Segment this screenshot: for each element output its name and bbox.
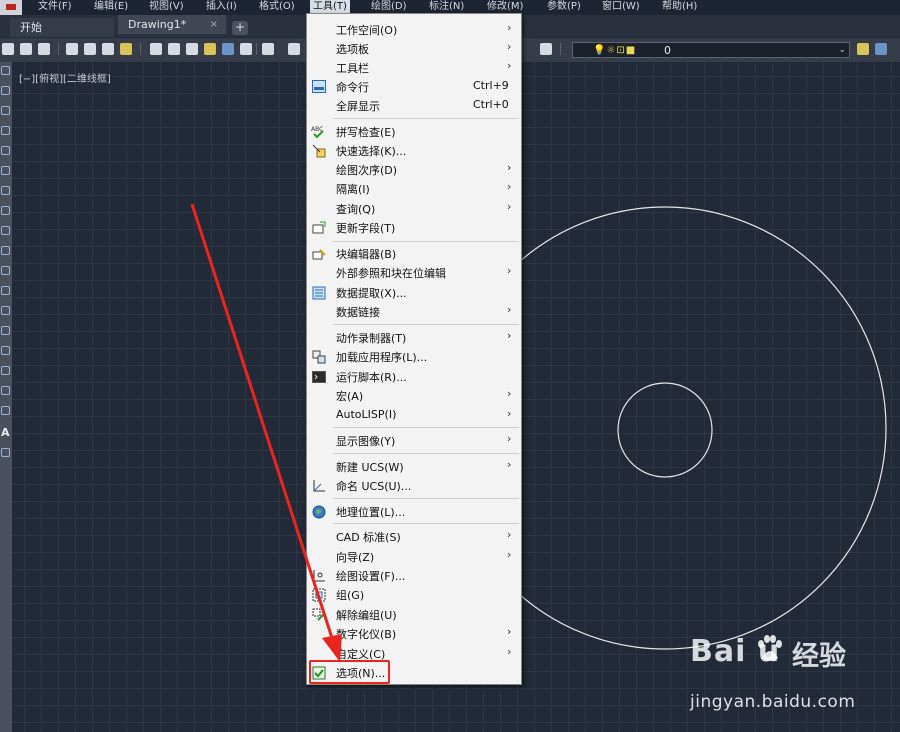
- baidu-paw-icon: [758, 635, 782, 661]
- baidu-jingyan-watermark: Bai u 经验 jingyan.baidu.com: [690, 634, 890, 714]
- annotation-arrow: [190, 203, 342, 662]
- jingyan-text: 经验: [792, 641, 846, 672]
- arrow-head: [322, 634, 342, 662]
- arrow-shaft: [190, 203, 334, 639]
- watermark-url: jingyan.baidu.com: [690, 692, 856, 712]
